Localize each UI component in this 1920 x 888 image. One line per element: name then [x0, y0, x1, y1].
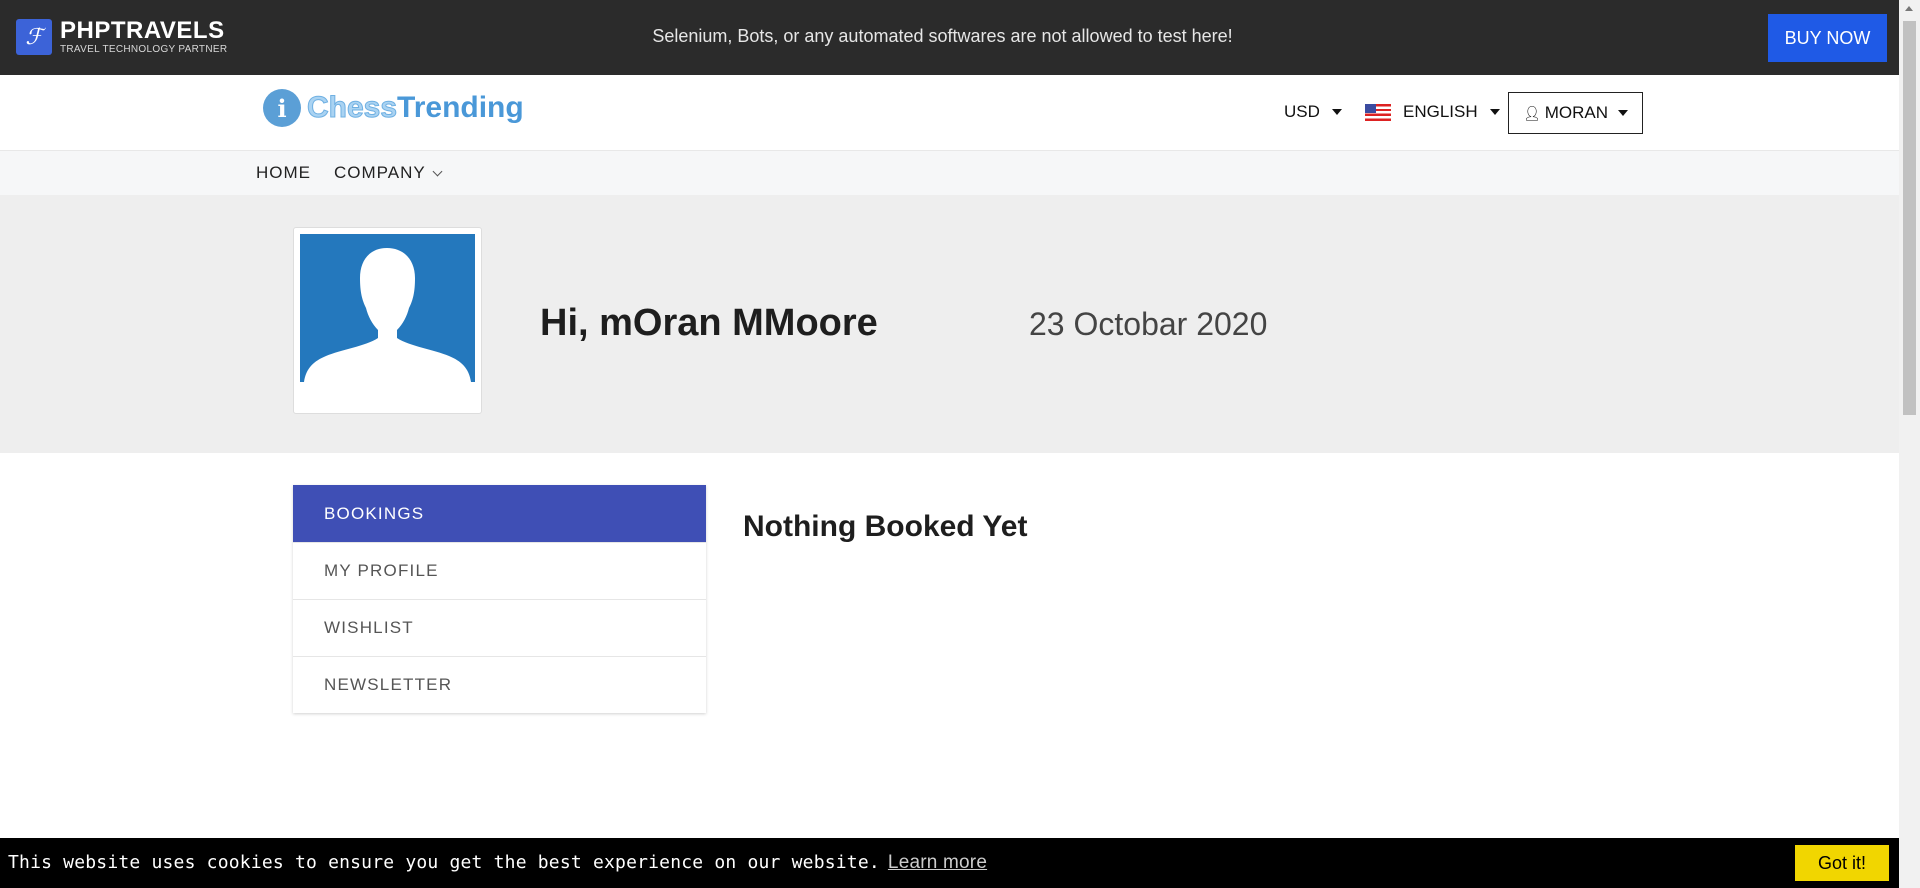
buy-now-button[interactable]: BUY NOW: [1768, 14, 1887, 62]
account-menu: BOOKINGS MY PROFILE WISHLIST NEWSLETTER: [293, 485, 706, 713]
profile-banner: [0, 195, 1899, 453]
us-flag-icon: [1365, 103, 1391, 121]
caret-down-icon: [1331, 109, 1342, 115]
logo-text-trending: Trending: [397, 91, 524, 124]
empty-bookings-heading: Nothing Booked Yet: [743, 510, 1028, 543]
caret-down-icon: [1618, 110, 1629, 116]
current-date: 23 Octobar 2020: [1029, 306, 1268, 342]
language-label: ENGLISH: [1403, 102, 1478, 121]
caret-down-icon: [1489, 109, 1500, 115]
nav-company[interactable]: COMPANY: [334, 163, 443, 183]
menu-item-newsletter[interactable]: NEWSLETTER: [293, 656, 706, 713]
nav-home[interactable]: HOME: [256, 163, 311, 183]
chesstrending-logo[interactable]: i Chess Trending: [263, 89, 524, 127]
chess-piece-icon: i: [263, 89, 301, 127]
chevron-down-icon: [432, 166, 443, 177]
top-promo-bar: ℱ PHPTRAVELS TRAVEL TECHNOLOGY PARTNER S…: [0, 0, 1899, 75]
menu-item-my-profile[interactable]: MY PROFILE: [293, 542, 706, 599]
nav-company-label: COMPANY: [334, 163, 426, 182]
learn-more-link[interactable]: Learn more: [888, 852, 987, 873]
scrollbar-thumb[interactable]: [1903, 21, 1916, 415]
menu-item-wishlist[interactable]: WISHLIST: [293, 599, 706, 656]
page-scrollbar[interactable]: [1899, 0, 1920, 888]
main-nav: HOME COMPANY: [0, 151, 1899, 195]
person-silhouette-icon: [304, 248, 471, 382]
currency-dropdown[interactable]: USD: [1284, 102, 1342, 122]
scroll-up-arrow-icon[interactable]: [1905, 6, 1913, 11]
cookie-accept-button[interactable]: Got it!: [1795, 845, 1889, 881]
currency-label: USD: [1284, 102, 1320, 121]
automation-notice: Selenium, Bots, or any automated softwar…: [652, 26, 1233, 46]
logo-text-chess: Chess: [306, 91, 398, 125]
avatar: [293, 227, 482, 414]
language-dropdown[interactable]: ENGLISH: [1365, 102, 1500, 122]
greeting-heading: Hi, mOran MMoore: [540, 302, 878, 344]
cookie-consent-bar: This website uses cookies to ensure you …: [0, 838, 1899, 888]
avatar-placeholder-icon: [300, 234, 475, 382]
user-account-dropdown[interactable]: 👤︎ MORAN: [1508, 92, 1643, 134]
cookie-message: This website uses cookies to ensure you …: [8, 852, 880, 873]
user-icon: 👤︎: [1522, 104, 1541, 121]
menu-item-bookings[interactable]: BOOKINGS: [293, 485, 706, 542]
user-name-label: MORAN: [1544, 103, 1609, 122]
